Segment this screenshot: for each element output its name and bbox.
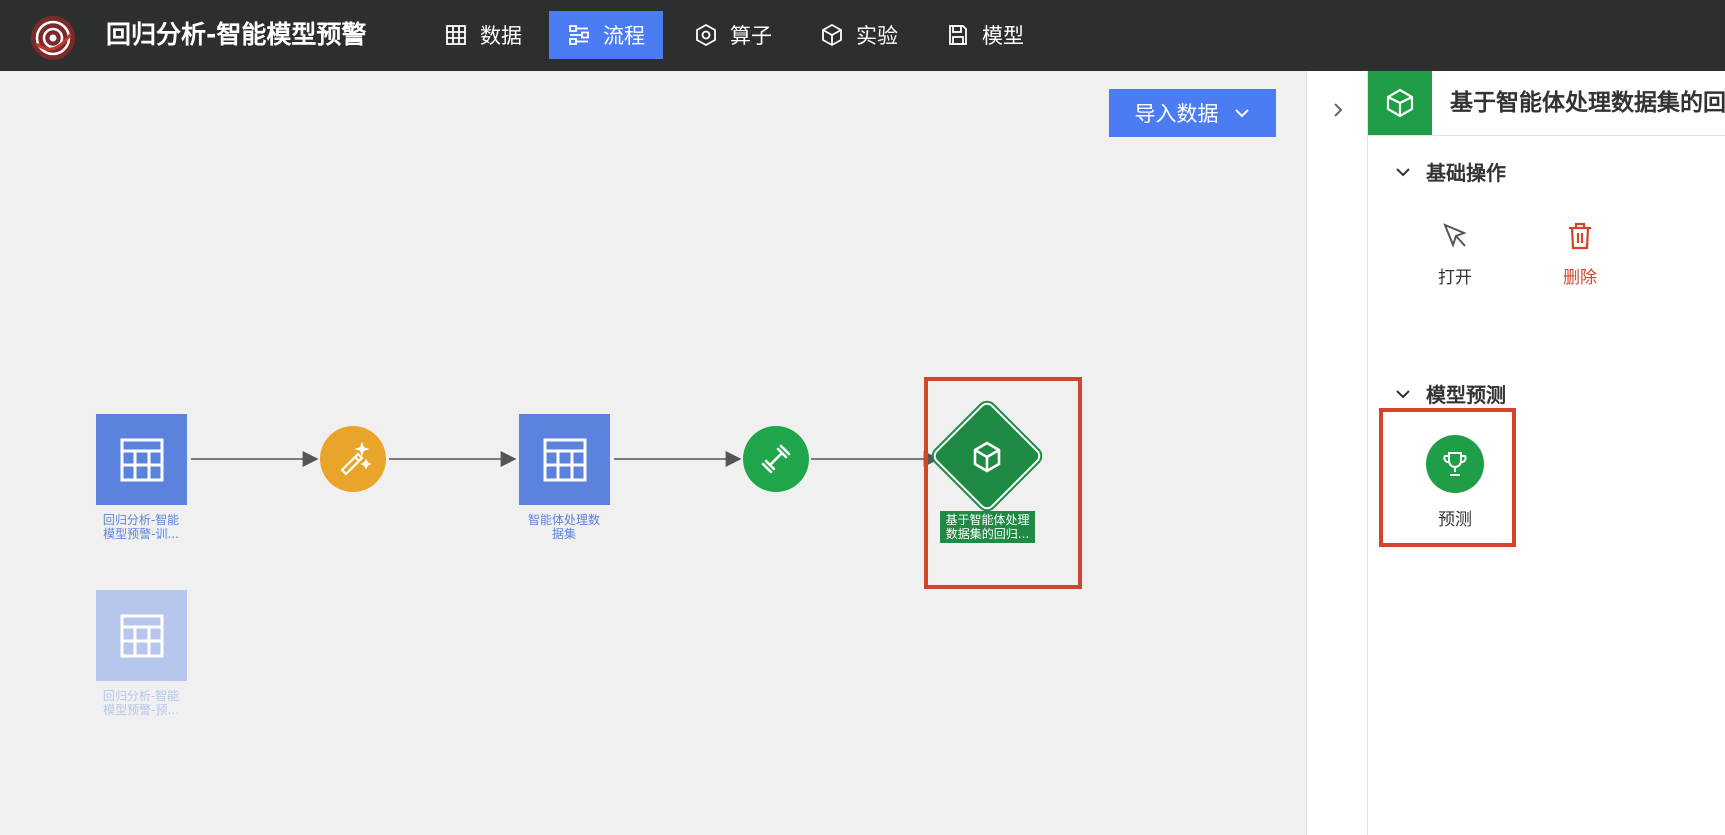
nav-flow[interactable]: 流程: [549, 11, 663, 59]
open-action[interactable]: 打开: [1405, 221, 1505, 288]
dataset-node-train-label: 回归分析-智能 模型预警-训...: [102, 513, 180, 541]
panel-header-badge: [1368, 71, 1432, 135]
section-model-predict-title: 模型预测: [1426, 383, 1506, 407]
transform-node[interactable]: [320, 426, 386, 492]
cube-icon: [1386, 88, 1414, 118]
dataset-node-processed-label: 智能体处理数 据集: [527, 513, 600, 541]
chevron-down-icon: [1396, 167, 1410, 176]
top-bar: 回归分析-智能模型预警 数据 流程 算子 实验 模型: [0, 0, 1725, 71]
nav-data[interactable]: 数据: [426, 11, 540, 59]
dataset-node-processed[interactable]: [519, 414, 610, 505]
table-icon: [120, 614, 163, 657]
nav-model-label: 模型: [982, 24, 1024, 48]
open-action-label: 打开: [1438, 268, 1472, 288]
nav-experiment-label: 实验: [856, 24, 898, 48]
section-basic-ops[interactable]: 基础操作: [1394, 157, 1506, 186]
flow-connectors: [191, 451, 940, 467]
panel-title: 基于智能体处理数据集的回: [1450, 90, 1725, 116]
chevron-down-icon: [1396, 389, 1410, 398]
cube-icon: [822, 23, 842, 47]
table-icon: [120, 438, 163, 481]
panel-collapse-toggle[interactable]: [1306, 71, 1368, 835]
save-icon: [949, 25, 967, 45]
operator-icon: [696, 23, 716, 47]
flow-canvas[interactable]: 导入数据 回归分析-智能 模型预警-训... 智能体处理数 据集 基于智能体处理…: [0, 71, 1306, 835]
nav-operator[interactable]: 算子: [676, 11, 790, 59]
train-node[interactable]: [743, 426, 809, 492]
app-title: 回归分析-智能模型预警: [106, 20, 367, 49]
nav-experiment[interactable]: 实验: [802, 11, 916, 59]
section-basic-ops-title: 基础操作: [1426, 161, 1506, 185]
delete-action-label: 删除: [1563, 268, 1597, 288]
dataset-node-predict-label: 回归分析-智能 模型预警-预...: [102, 689, 180, 717]
chevron-right-icon: [1334, 103, 1343, 117]
cursor-icon: [1443, 223, 1467, 248]
dataset-node-train[interactable]: [96, 414, 187, 505]
table-icon: [446, 25, 466, 45]
table-icon: [543, 438, 586, 481]
nav-flow-label: 流程: [603, 24, 645, 48]
section-model-predict[interactable]: 模型预测: [1394, 379, 1506, 408]
dumbbell-icon: [761, 444, 791, 474]
predict-action-highlight: [1379, 408, 1516, 547]
trash-icon: [1569, 222, 1591, 250]
nav-model[interactable]: 模型: [928, 11, 1042, 59]
delete-action[interactable]: 删除: [1530, 221, 1630, 288]
nav-operator-label: 算子: [730, 24, 772, 48]
app-logo-icon: [31, 16, 75, 60]
magic-wand-icon: [340, 441, 371, 476]
model-node-highlight: [924, 377, 1082, 589]
flow-icon: [569, 25, 589, 45]
properties-panel: 基于智能体处理数据集的回 基础操作 打开 删除 模型预测 预测: [1368, 71, 1725, 835]
nav-data-label: 数据: [480, 24, 522, 48]
dataset-node-predict[interactable]: [96, 590, 187, 681]
panel-header-divider: [1368, 135, 1725, 136]
